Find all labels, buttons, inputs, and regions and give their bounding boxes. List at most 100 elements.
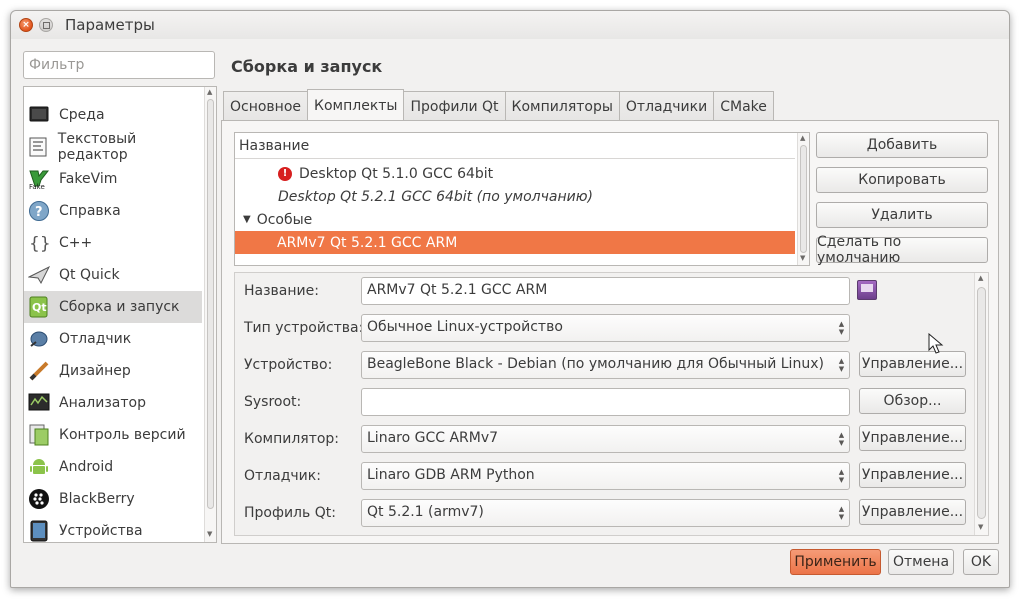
- device-value: BeagleBone Black - Debian (по умолчанию …: [367, 356, 824, 372]
- monitor-icon: [28, 104, 50, 126]
- kits-tree[interactable]: Название ! Desktop Qt 5.1.0 GCC 64bit De…: [234, 132, 810, 266]
- page-title: Сборка и запуск: [231, 57, 383, 76]
- window-title: Параметры: [65, 16, 155, 34]
- make-default-button[interactable]: Сделать по умолчанию: [816, 234, 988, 266]
- scroll-down-arrow-icon[interactable]: ▼: [207, 530, 212, 538]
- manage-devices-button[interactable]: Управление...: [859, 351, 966, 377]
- add-kit-button[interactable]: Добавить: [816, 132, 988, 158]
- tab-debuggers[interactable]: Отладчики: [618, 91, 714, 121]
- kit-label: Desktop Qt 5.2.1 GCC 64bit (по умолчанию…: [278, 188, 593, 205]
- tab-qt-versions[interactable]: Профили Qt: [404, 91, 505, 121]
- kits-scrollbar[interactable]: ▲ ▼: [797, 133, 809, 265]
- category-label: Android: [59, 459, 114, 475]
- category-item-version-control[interactable]: Контроль версий: [24, 419, 202, 451]
- fakevim-icon: Fake: [28, 168, 50, 190]
- kit-label: Desktop Qt 5.1.0 GCC 64bit: [299, 165, 494, 182]
- category-item-build-run[interactable]: Qt Сборка и запуск: [24, 291, 202, 323]
- kits-column-header[interactable]: Название: [235, 133, 795, 159]
- error-icon: !: [278, 166, 292, 181]
- remove-kit-button[interactable]: Удалить: [816, 202, 988, 228]
- scroll-down-arrow-icon[interactable]: ▼: [800, 254, 805, 262]
- blackberry-icon: [28, 488, 50, 510]
- device-select[interactable]: BeagleBone Black - Debian (по умолчанию …: [361, 351, 850, 379]
- category-item-devices[interactable]: Устройства: [24, 515, 202, 542]
- combo-arrows-icon: ▲ ▼: [838, 468, 845, 484]
- apply-button[interactable]: Применить: [790, 549, 881, 575]
- close-window-button[interactable]: ×: [19, 18, 33, 32]
- manage-compilers-button[interactable]: Управление...: [859, 425, 966, 451]
- maximize-window-button[interactable]: [39, 18, 53, 32]
- browse-sysroot-button[interactable]: Обзор...: [859, 388, 966, 414]
- debugger-select[interactable]: Linaro GDB ARM Python ▲ ▼: [361, 462, 850, 490]
- debugger-label: Отладчик:: [244, 468, 321, 484]
- devices-icon: [28, 520, 50, 542]
- category-label: Qt Quick: [59, 267, 120, 283]
- manage-debuggers-button[interactable]: Управление...: [859, 462, 966, 488]
- category-label: FakeVim: [59, 171, 118, 187]
- kit-row[interactable]: ! Desktop Qt 5.1.0 GCC 64bit: [235, 162, 795, 185]
- kit-label: ARMv7 Qt 5.2.1 GCC ARM: [277, 234, 458, 251]
- kit-group-label: Особые: [256, 211, 313, 228]
- sysroot-input[interactable]: [361, 388, 850, 416]
- category-label: Среда: [59, 107, 105, 123]
- category-scrollbar[interactable]: ▲ ▼: [204, 87, 216, 542]
- device-type-value: Обычное Linux-устройство: [367, 319, 563, 335]
- scroll-thumb[interactable]: [800, 145, 807, 253]
- category-item-designer[interactable]: Дизайнер: [24, 355, 202, 387]
- category-item-blackberry[interactable]: BlackBerry: [24, 483, 202, 515]
- copy-kit-button[interactable]: Копировать: [816, 167, 988, 193]
- scroll-up-arrow-icon[interactable]: ▲: [978, 274, 983, 282]
- category-label: BlackBerry: [59, 491, 135, 507]
- category-item-help[interactable]: ? Справка: [24, 195, 202, 227]
- scroll-thumb[interactable]: [977, 287, 986, 519]
- debugger-value: Linaro GDB ARM Python: [367, 467, 535, 483]
- compiler-value: Linaro GCC ARMv7: [367, 430, 499, 446]
- cpp-braces-icon: {}: [28, 232, 50, 254]
- category-label: Дизайнер: [59, 363, 131, 379]
- scroll-thumb[interactable]: [207, 99, 214, 509]
- svg-text:?: ?: [35, 205, 43, 220]
- details-scrollbar[interactable]: ▲ ▼: [974, 273, 988, 535]
- qt-profile-select[interactable]: Qt 5.2.1 (armv7) ▲ ▼: [361, 499, 850, 527]
- category-label: Устройства: [59, 523, 143, 539]
- category-item-text-editor[interactable]: Текстовый редактор: [24, 131, 202, 163]
- kit-row[interactable]: Desktop Qt 5.2.1 GCC 64bit (по умолчанию…: [235, 185, 795, 208]
- text-editor-icon: [28, 136, 49, 158]
- debugger-icon: [28, 328, 50, 350]
- kit-name-input[interactable]: ARMv7 Qt 5.2.1 GCC ARM: [361, 277, 850, 305]
- combo-arrows-icon: ▲ ▼: [838, 431, 845, 447]
- designer-icon: [28, 360, 50, 382]
- category-label: Отладчик: [59, 331, 132, 347]
- category-item-environment[interactable]: Среда: [24, 99, 202, 131]
- compiler-select[interactable]: Linaro GCC ARMv7 ▲ ▼: [361, 425, 850, 453]
- category-item-fakevim[interactable]: Fake FakeVim: [24, 163, 202, 195]
- filter-input[interactable]: [23, 51, 215, 79]
- kit-group-row[interactable]: ▼ Особые: [235, 208, 795, 231]
- tab-general[interactable]: Основное: [223, 91, 308, 121]
- category-item-cpp[interactable]: {} C++: [24, 227, 202, 259]
- device-type-select[interactable]: Обычное Linux-устройство ▲ ▼: [361, 314, 850, 342]
- scroll-down-arrow-icon[interactable]: ▼: [978, 523, 983, 531]
- kit-details-form: Название: ARMv7 Qt 5.2.1 GCC ARM Тип уст…: [234, 272, 989, 536]
- device-screen-icon[interactable]: [857, 280, 877, 300]
- cancel-button[interactable]: Отмена: [888, 549, 954, 575]
- combo-arrows-icon: ▲ ▼: [838, 320, 845, 336]
- manage-qt-profiles-button[interactable]: Управление...: [859, 499, 966, 525]
- compiler-label: Компилятор:: [244, 431, 340, 447]
- qt-profile-label: Профиль Qt:: [244, 505, 336, 521]
- scroll-up-arrow-icon[interactable]: ▲: [800, 134, 805, 142]
- tab-cmake[interactable]: CMake: [713, 91, 774, 121]
- category-label: Контроль версий: [59, 427, 186, 443]
- tab-kits[interactable]: Комплекты: [307, 89, 405, 121]
- expand-arrow-icon[interactable]: ▼: [243, 214, 251, 225]
- category-item-android[interactable]: Android: [24, 451, 202, 483]
- ok-button[interactable]: OK: [963, 549, 999, 575]
- scroll-up-arrow-icon[interactable]: ▲: [207, 88, 212, 96]
- category-item-analyzer[interactable]: Анализатор: [24, 387, 202, 419]
- tab-compilers[interactable]: Компиляторы: [504, 91, 619, 121]
- kit-row-selected[interactable]: ARMv7 Qt 5.2.1 GCC ARM: [235, 231, 795, 254]
- category-item-qt-quick[interactable]: Qt Quick: [24, 259, 202, 291]
- device-type-label: Тип устройства:: [244, 320, 364, 336]
- category-item-debugger[interactable]: Отладчик: [24, 323, 202, 355]
- sysroot-label: Sysroot:: [244, 394, 302, 410]
